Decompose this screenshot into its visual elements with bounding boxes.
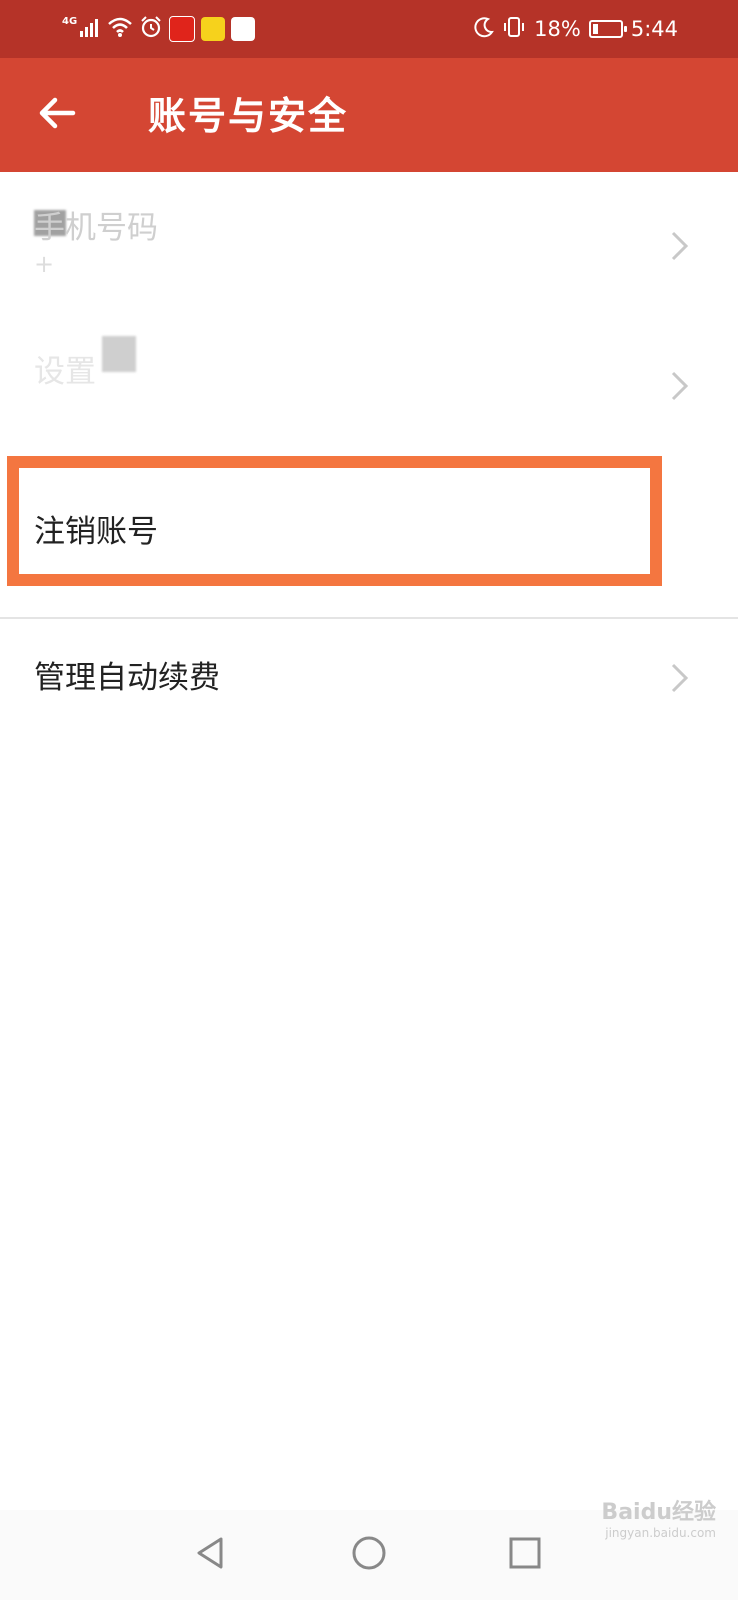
list-item-cancel-account[interactable]: 注销账号 xyxy=(0,462,738,582)
app-bar: 账号与安全 xyxy=(0,58,738,172)
chevron-right-icon xyxy=(668,228,692,264)
battery-fill xyxy=(592,24,599,34)
chevron-right-icon xyxy=(668,368,692,404)
app-badge-icon xyxy=(169,16,196,42)
clock: 5:44 xyxy=(630,17,678,41)
watermark: Baidu经验 jingyan.baidu.com xyxy=(601,1500,716,1540)
moon-icon xyxy=(474,16,495,43)
app-badge-icon xyxy=(231,17,256,41)
list-item-title: 设置 xyxy=(34,354,96,390)
divider xyxy=(0,617,738,619)
list-item-title: 管理自动续费 xyxy=(34,660,220,696)
nav-recents-icon xyxy=(508,1536,542,1574)
battery-percent: 18% xyxy=(534,17,581,41)
nav-back-icon xyxy=(193,1535,229,1575)
app-badge-icon xyxy=(201,17,226,41)
blur-mask xyxy=(102,336,136,372)
list-item-subtitle: + xyxy=(34,250,55,278)
vibrate-icon xyxy=(502,15,526,44)
network-type: 4G xyxy=(62,15,78,27)
alarm-icon xyxy=(139,15,163,43)
list-item-auto-renew[interactable]: 管理自动续费 xyxy=(0,620,738,758)
list-item-title: 手机号码 xyxy=(34,210,158,246)
status-bar: 4G 18% 5:44 xyxy=(0,0,738,58)
list-item-settings[interactable]: 设置 xyxy=(0,312,738,452)
nav-recents-button[interactable] xyxy=(502,1532,548,1578)
back-arrow-icon xyxy=(37,93,77,137)
battery-icon xyxy=(588,20,627,38)
page-title: 账号与安全 xyxy=(148,94,349,138)
watermark-sub: jingyan.baidu.com xyxy=(605,1526,716,1540)
back-button[interactable] xyxy=(28,86,86,144)
signal-icon xyxy=(79,16,101,42)
nav-home-icon xyxy=(350,1534,388,1576)
list-item-phone[interactable]: 手机号码 + xyxy=(0,172,738,312)
status-left: 4G xyxy=(62,14,256,44)
nav-home-button[interactable] xyxy=(346,1532,392,1578)
watermark-text: Baidu经验 xyxy=(601,1500,716,1525)
chevron-right-icon xyxy=(668,660,692,696)
status-right: 18% 5:44 xyxy=(474,14,678,44)
screen: 4G 18% 5:44 账号与安全 手机号码 + 设置 注销账号 管理自动续费 … xyxy=(0,0,738,1600)
nav-back-button[interactable] xyxy=(188,1532,234,1578)
wifi-icon xyxy=(107,16,133,42)
list-item-title: 注销账号 xyxy=(34,514,158,550)
